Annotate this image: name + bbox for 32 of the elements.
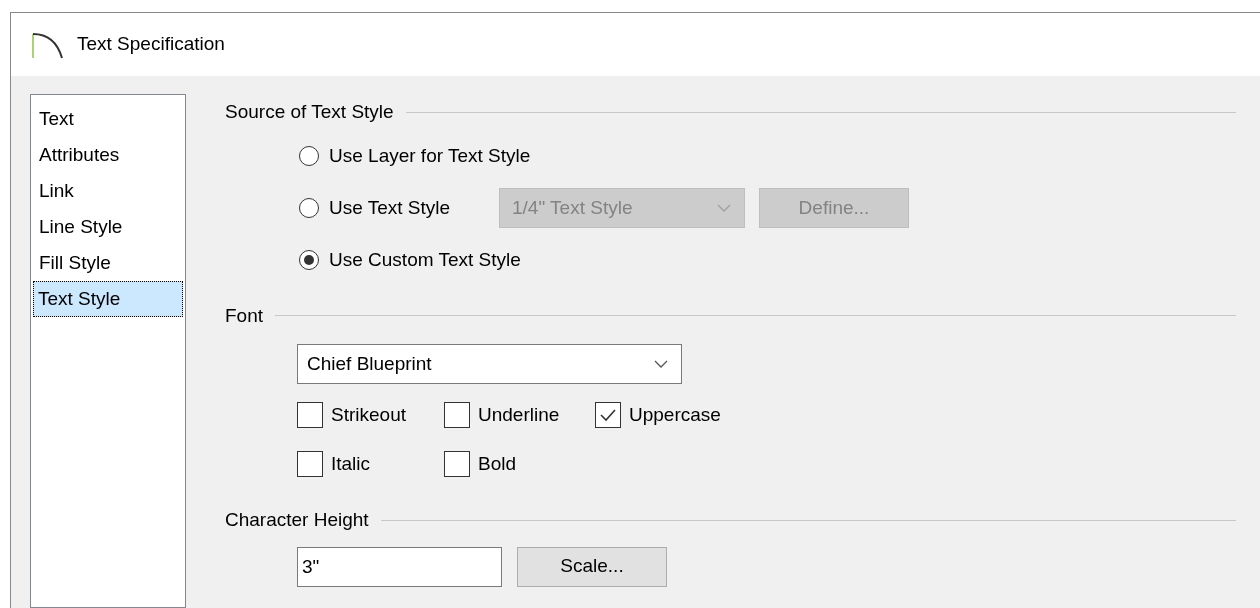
sidebar-item[interactable]: Text Style <box>33 281 183 317</box>
radio-label: Use Custom Text Style <box>329 247 521 272</box>
checkbox[interactable] <box>297 402 323 428</box>
checkbox-label: Bold <box>478 451 517 476</box>
sidebar-item[interactable]: Line Style <box>33 209 183 245</box>
font-dropdown[interactable]: Chief Blueprint <box>297 344 682 384</box>
checkbox[interactable] <box>444 451 470 477</box>
radio-label: Use Text Style <box>329 195 451 220</box>
radio-button[interactable] <box>299 198 319 218</box>
checkbox-label: Underline <box>478 402 560 427</box>
section-title: Font <box>225 303 264 328</box>
sidebar-item[interactable]: Fill Style <box>33 245 183 281</box>
section-title: Character Height <box>225 508 369 532</box>
radio-button[interactable] <box>299 146 319 166</box>
sidebar-item[interactable]: Attributes <box>33 137 183 173</box>
checkbox-label: Italic <box>331 451 371 476</box>
checkbox[interactable] <box>595 402 621 428</box>
chevron-down-icon <box>716 203 732 213</box>
sidebar-item[interactable]: Link <box>33 173 183 209</box>
checkbox-label: Strikeout <box>331 402 406 427</box>
section-title: Source of Text Style <box>225 100 394 124</box>
radio-button[interactable] <box>299 250 319 270</box>
chevron-down-icon <box>653 359 669 369</box>
checkbox-label: Uppercase <box>629 402 721 427</box>
radio-label: Use Layer for Text Style <box>329 143 531 168</box>
sidebar-item[interactable]: Text <box>33 101 183 137</box>
window-title: Text Specification <box>77 32 225 57</box>
check-icon <box>599 408 617 422</box>
checkbox[interactable] <box>297 451 323 477</box>
scale-button[interactable]: Scale... <box>517 546 667 587</box>
checkbox[interactable] <box>444 402 470 428</box>
height-input-field[interactable]: 3" <box>297 546 502 587</box>
